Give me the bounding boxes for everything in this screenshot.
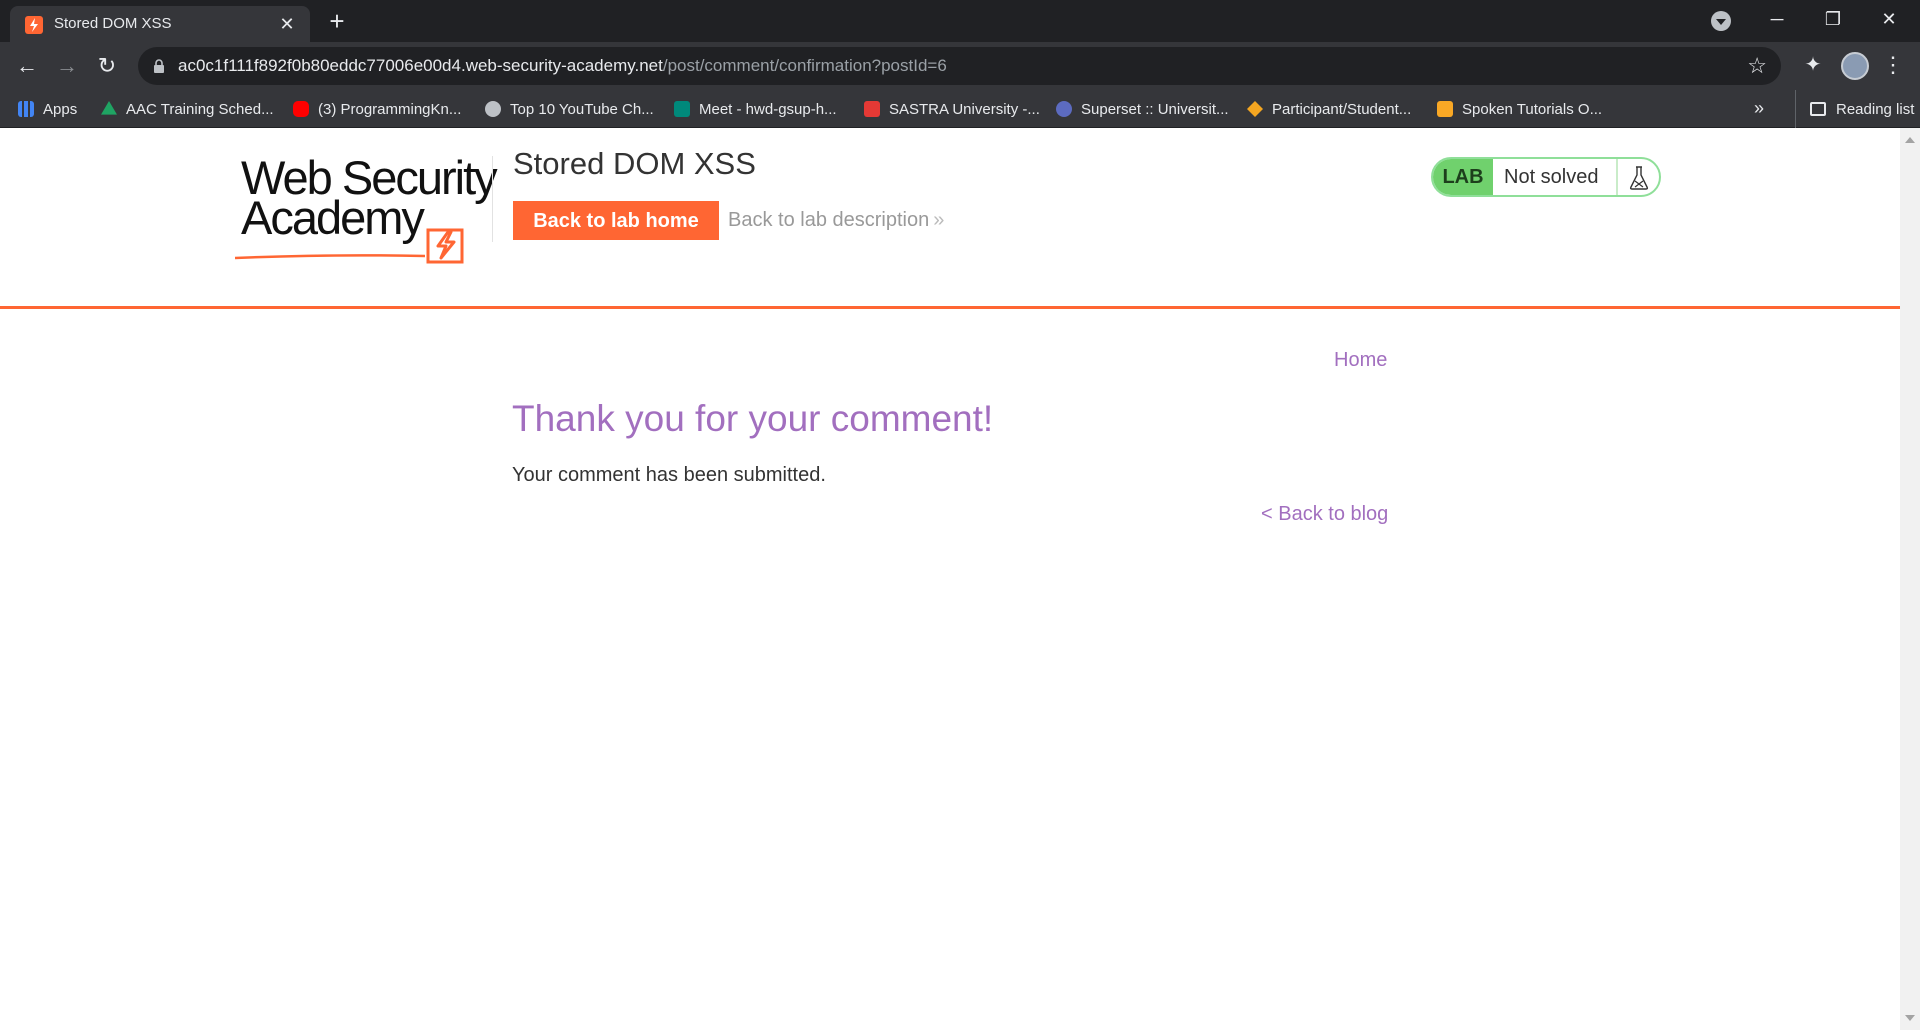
tab-search-icon[interactable] <box>1711 11 1731 31</box>
bookmarks-bar: Apps AAC Training Sched... (3) Programmi… <box>0 90 1920 128</box>
more-bookmarks-icon[interactable]: » <box>1754 98 1764 119</box>
browser-tab-active[interactable]: Stored DOM XSS ✕ <box>10 6 310 42</box>
superset-icon <box>1056 101 1072 117</box>
bookmark-apps[interactable]: Apps <box>18 90 77 128</box>
youtube-icon <box>293 101 309 117</box>
back-to-lab-home-button[interactable]: Back to lab home <box>513 201 719 240</box>
back-to-lab-description-label: Back to lab description <box>728 209 930 231</box>
bookmark-label: SASTRA University -... <box>889 100 1040 118</box>
reload-icon[interactable]: ↻ <box>92 51 122 81</box>
lock-icon <box>153 59 165 73</box>
back-to-blog-link[interactable]: < Back to blog <box>1261 503 1388 526</box>
bookmark-meet[interactable]: Meet - hwd-gsup-h... <box>674 90 837 128</box>
bookmark-superset[interactable]: Superset :: Universit... <box>1056 90 1229 128</box>
header-separator-line <box>0 306 1900 309</box>
reading-list-icon <box>1810 102 1826 116</box>
window-close-icon[interactable]: ✕ <box>1866 4 1912 34</box>
google-meet-icon <box>674 101 690 117</box>
lab-status-widget: LAB Not solved <box>1431 157 1661 197</box>
bookmark-label: Apps <box>43 100 78 118</box>
vertical-scrollbar[interactable] <box>1900 128 1920 1030</box>
new-tab-button[interactable]: + <box>323 8 351 36</box>
logo-bolt-icon <box>426 228 464 264</box>
bookmark-participant[interactable]: Participant/Student... <box>1247 90 1411 128</box>
bookmark-label: Superset :: Universit... <box>1081 100 1229 118</box>
bookmark-aac-training[interactable]: AAC Training Sched... <box>101 90 274 128</box>
bookmark-label: Top 10 YouTube Ch... <box>510 100 654 118</box>
sastra-icon <box>864 101 880 117</box>
bookmark-label: Participant/Student... <box>1272 100 1412 118</box>
google-drive-icon <box>101 101 117 115</box>
bookmark-sastra[interactable]: SASTRA University -... <box>864 90 1040 128</box>
reading-list-button[interactable]: Reading list <box>1795 90 1914 128</box>
scroll-up-arrow-icon[interactable] <box>1905 137 1915 143</box>
bookmark-label: (3) ProgrammingKn... <box>318 100 462 118</box>
extensions-puzzle-icon[interactable]: ✦ <box>1800 52 1826 78</box>
logo-text-line2: Academy <box>241 191 425 244</box>
browser-toolbar: ← → ↻ ac0c1f111f892f0b80eddc77006e00d4.w… <box>0 42 1920 90</box>
browser-tab-strip: Stored DOM XSS ✕ + ─ ❐ ✕ <box>0 0 1920 42</box>
url-host: ac0c1f111f892f0b80eddc77006e00d4.web-sec… <box>178 56 663 75</box>
flask-icon <box>1629 166 1649 190</box>
back-arrow-icon[interactable]: ← <box>12 51 42 81</box>
bookmark-label: AAC Training Sched... <box>126 100 274 118</box>
logo-underline-icon <box>235 254 425 260</box>
address-bar[interactable]: ac0c1f111f892f0b80eddc77006e00d4.web-sec… <box>138 47 1781 85</box>
double-chevron-right-icon: » <box>933 209 945 231</box>
profile-avatar[interactable] <box>1841 52 1869 80</box>
url-text: ac0c1f111f892f0b80eddc77006e00d4.web-sec… <box>178 56 947 76</box>
restore-icon[interactable]: ❐ <box>1810 4 1856 34</box>
page-viewport: Web Security Academy Stored DOM XSS Back… <box>0 128 1900 1030</box>
sparkle-icon <box>485 101 501 117</box>
minimize-icon[interactable]: ─ <box>1754 4 1800 34</box>
bookmark-spoken-tutorials[interactable]: Spoken Tutorials O... <box>1437 90 1602 128</box>
status-divider <box>1616 159 1618 195</box>
page-heading: Thank you for your comment! <box>512 398 994 439</box>
lab-title: Stored DOM XSS <box>513 146 756 181</box>
url-path: /post/comment/confirmation?postId=6 <box>662 56 947 75</box>
tab-close-icon[interactable]: ✕ <box>276 13 298 35</box>
bookmark-programmingknowledge[interactable]: (3) ProgrammingKn... <box>293 90 461 128</box>
burp-favicon-icon <box>25 16 43 34</box>
header-divider <box>492 156 493 242</box>
lab-status-text: Not solved <box>1504 166 1599 188</box>
lab-status-badge: LAB <box>1433 159 1493 195</box>
spoken-tutorial-icon <box>1437 101 1453 117</box>
bookmark-star-icon[interactable]: ☆ <box>1747 53 1767 79</box>
reading-list-label: Reading list <box>1836 100 1915 118</box>
nav-home-link[interactable]: Home <box>1334 349 1387 372</box>
back-to-lab-description-link[interactable]: Back to lab description» <box>728 209 944 232</box>
forward-arrow-icon[interactable]: → <box>52 51 82 81</box>
confirmation-message: Your comment has been submitted. <box>512 464 826 486</box>
tab-title: Stored DOM XSS <box>54 15 172 32</box>
bookmark-top10-youtube[interactable]: Top 10 YouTube Ch... <box>485 90 654 128</box>
bookmark-label: Meet - hwd-gsup-h... <box>699 100 837 118</box>
apps-grid-icon <box>18 101 34 117</box>
scroll-down-arrow-icon[interactable] <box>1905 1015 1915 1021</box>
browser-menu-icon[interactable]: ⋮ <box>1882 52 1904 80</box>
participant-icon <box>1247 101 1263 117</box>
web-security-academy-logo[interactable]: Web Security Academy <box>235 150 498 264</box>
bookmark-label: Spoken Tutorials O... <box>1462 100 1603 118</box>
